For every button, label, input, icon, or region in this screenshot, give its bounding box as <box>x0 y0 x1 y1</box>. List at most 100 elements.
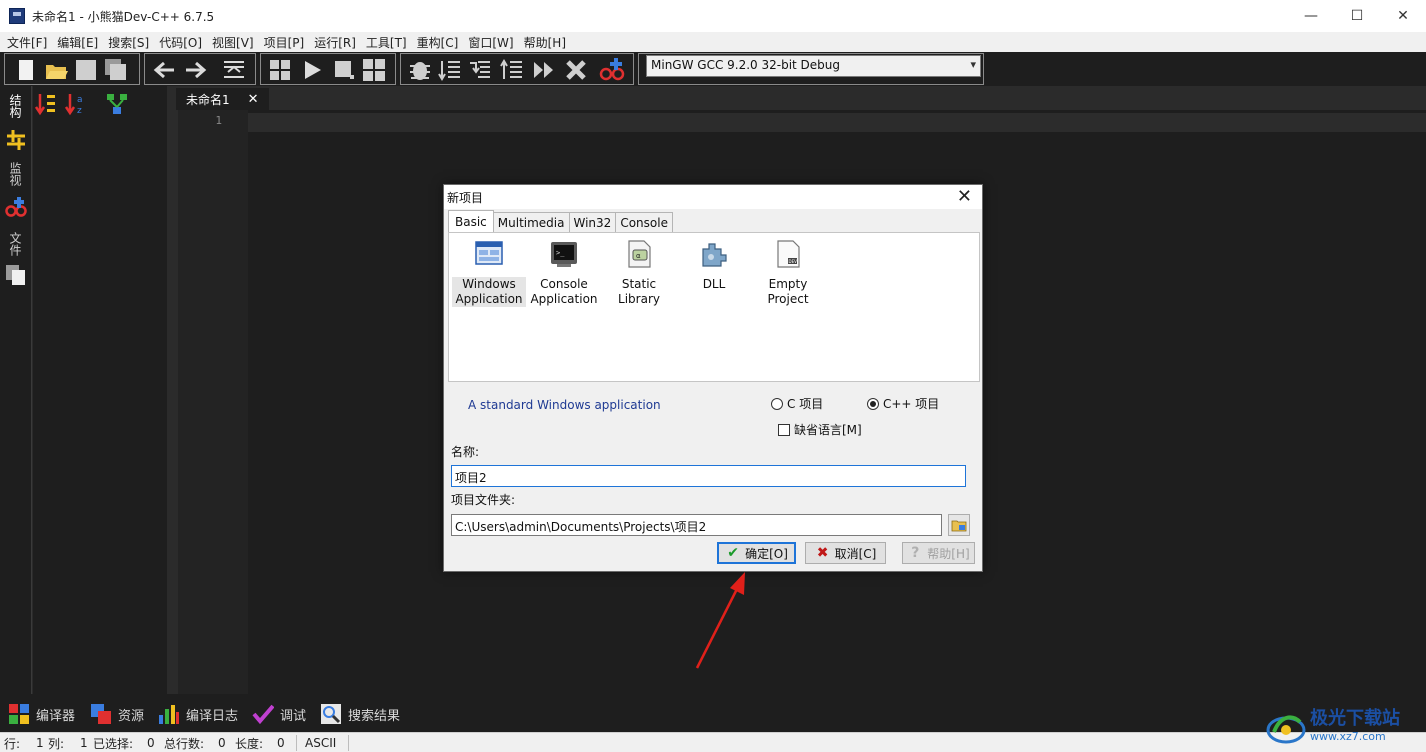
close-window-button[interactable]: ✕ <box>1380 0 1426 32</box>
menu-project[interactable]: 项目[P] <box>259 34 310 51</box>
sort-alpha-icon[interactable]: az <box>65 92 89 116</box>
cancel-x-icon: ✖ <box>816 545 829 561</box>
tab-search-results[interactable]: 搜索结果 <box>320 703 400 725</box>
open-folder-icon[interactable] <box>43 57 69 83</box>
minimize-button[interactable]: — <box>1288 0 1334 32</box>
template-console-application[interactable]: >_ Console Application <box>527 239 601 307</box>
save-icon[interactable] <box>73 57 99 83</box>
tab-compile-log[interactable]: 编译日志 <box>158 703 238 725</box>
ok-button[interactable]: ✔ 确定[O] <box>717 542 796 564</box>
menu-refactor[interactable]: 重构[C] <box>412 34 464 51</box>
new-file-icon[interactable] <box>13 57 39 83</box>
template-static-library[interactable]: α Static Library <box>601 239 677 307</box>
chevron-down-icon: ▾ <box>970 58 976 71</box>
template-list: Windows Application >_ Console Applicati… <box>448 232 980 382</box>
status-col: 列: 1 <box>48 735 88 751</box>
tab-win32[interactable]: Win32 <box>568 212 617 232</box>
step-into-icon[interactable] <box>467 57 493 83</box>
sort-by-type-icon[interactable] <box>35 92 59 116</box>
tab-compiler-label: 编译器 <box>36 708 76 724</box>
side-tab-strip: 结构 监视 文件 <box>0 86 32 694</box>
cancel-button-label: 取消[C] <box>834 546 877 561</box>
editor-tab-bar: 未命名1 ✕ <box>172 86 1426 110</box>
undo-icon[interactable] <box>151 57 177 83</box>
console-app-icon: >_ <box>551 242 577 267</box>
tab-structure[interactable]: 结构 <box>8 94 24 118</box>
status-length-value: 0 <box>277 736 285 750</box>
empty-project-icon: DEV <box>777 240 800 268</box>
menu-window[interactable]: 窗口[W] <box>463 34 518 51</box>
status-selected: 已选择: 0 <box>93 735 155 751</box>
browse-folder-button[interactable] <box>948 514 970 536</box>
close-icon[interactable]: ✕ <box>248 92 259 107</box>
redo-icon[interactable] <box>183 57 209 83</box>
template-windows-application[interactable]: Windows Application <box>452 239 526 307</box>
tab-multimedia[interactable]: Multimedia <box>492 212 570 232</box>
default-language-checkbox[interactable]: 缺省语言[M] <box>778 421 862 438</box>
class-browser-toolbar: az <box>33 86 167 122</box>
menu-help[interactable]: 帮助[H] <box>519 34 571 51</box>
inheritance-icon[interactable] <box>105 92 129 116</box>
radio-cpp-project[interactable]: C++ 项目 <box>867 395 939 412</box>
help-button[interactable]: ? 帮助[H] <box>902 542 975 564</box>
debug-bug-icon[interactable] <box>407 57 433 83</box>
tab-compiler[interactable]: 编译器 <box>8 703 75 725</box>
save-all-icon[interactable] <box>103 57 129 83</box>
run-icon[interactable] <box>299 57 325 83</box>
template-label-line2: Application <box>455 292 523 306</box>
window-titlebar: 未命名1 - 小熊猫Dev-C++ 6.7.5 — ☐ ✕ <box>0 0 1426 32</box>
tab-basic[interactable]: Basic <box>448 210 494 232</box>
svg-text:z: z <box>77 106 82 116</box>
search-icon <box>321 704 341 724</box>
help-button-label: 帮助[H] <box>927 546 970 561</box>
stop-debug-icon[interactable] <box>563 57 589 83</box>
window-title: 未命名1 - 小熊猫Dev-C++ 6.7.5 <box>32 9 215 24</box>
status-total-lines-value: 0 <box>218 736 226 750</box>
radio-c-project[interactable]: C 项目 <box>771 395 823 412</box>
status-divider <box>296 735 297 751</box>
menu-view[interactable]: 视图[V] <box>207 34 259 51</box>
status-total-lines-label: 总行数: <box>164 736 205 751</box>
dialog-close-icon[interactable]: ✕ <box>957 186 972 207</box>
template-label-line2: Application <box>530 292 598 306</box>
compile-run-icon[interactable] <box>361 57 387 83</box>
menu-file[interactable]: 文件[F] <box>2 34 52 51</box>
ok-button-label: 确定[O] <box>745 546 788 561</box>
format-code-icon[interactable] <box>221 57 247 83</box>
compile-icon[interactable] <box>267 57 293 83</box>
editor-tab[interactable]: 未命名1 ✕ <box>176 88 269 110</box>
tab-debug[interactable]: 调试 <box>252 703 306 725</box>
menu-edit[interactable]: 编辑[E] <box>52 34 103 51</box>
tab-search-results-label: 搜索结果 <box>348 708 401 724</box>
stop-icon[interactable] <box>331 57 357 83</box>
tab-files[interactable]: 文件 <box>8 232 24 256</box>
tab-resources[interactable]: 资源 <box>90 703 144 725</box>
menu-search[interactable]: 搜索[S] <box>103 34 154 51</box>
cancel-button[interactable]: ✖ 取消[C] <box>805 542 886 564</box>
line-gutter: 1 <box>178 110 248 694</box>
template-empty-project[interactable]: DEV Empty Project <box>751 239 825 307</box>
build-toolbar-group <box>260 53 396 85</box>
maximize-button[interactable]: ☐ <box>1334 0 1380 32</box>
template-dll[interactable]: DLL <box>677 239 751 292</box>
continue-icon[interactable] <box>531 57 557 83</box>
status-total-lines: 总行数: 0 <box>164 735 226 751</box>
menu-tools[interactable]: 工具[T] <box>361 34 412 51</box>
project-folder-input[interactable]: C:\Users\admin\Documents\Projects\项目2 <box>451 514 942 536</box>
step-over-icon[interactable] <box>437 57 463 83</box>
watch-icon <box>5 197 27 217</box>
debug-check-icon <box>252 704 274 725</box>
step-out-icon[interactable] <box>499 57 525 83</box>
status-row-label: 行: <box>4 736 21 751</box>
compiler-select[interactable]: MinGW GCC 9.2.0 32-bit Debug ▾ <box>646 55 981 77</box>
tab-console[interactable]: Console <box>615 212 673 232</box>
help-icon: ? <box>911 545 920 561</box>
add-watch-icon[interactable] <box>599 57 625 83</box>
menu-run[interactable]: 运行[R] <box>309 34 361 51</box>
tab-resources-label: 资源 <box>118 708 145 724</box>
menu-code[interactable]: 代码[O] <box>154 34 207 51</box>
svg-text:a: a <box>77 95 83 105</box>
project-name-input[interactable]: 项目2 <box>451 465 966 487</box>
tab-watch[interactable]: 监视 <box>8 162 24 186</box>
status-selected-label: 已选择: <box>93 736 134 751</box>
